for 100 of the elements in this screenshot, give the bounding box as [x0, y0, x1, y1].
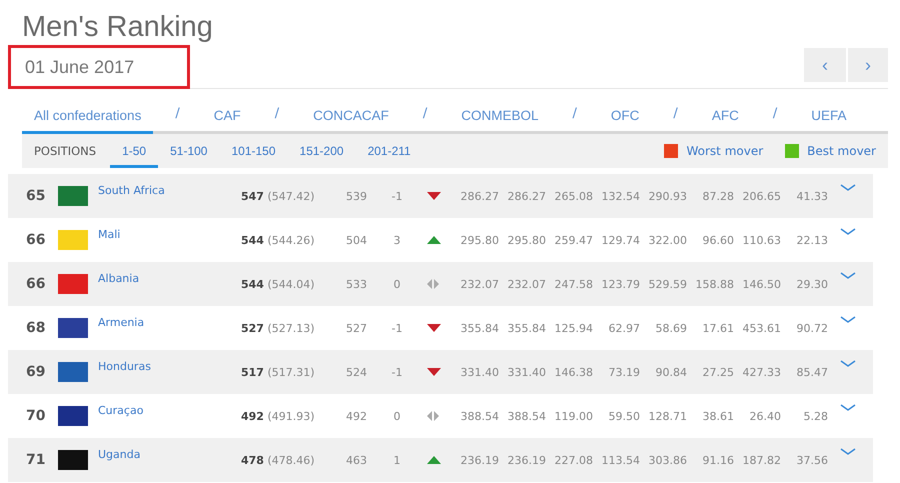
- points: 492 (491.93): [241, 410, 316, 422]
- rank: 71: [26, 452, 46, 468]
- confederation-tab[interactable]: OFC: [598, 108, 652, 134]
- rank-change: -1: [390, 366, 404, 378]
- points: 544 (544.04): [241, 278, 316, 290]
- score-cell-text: 90.84: [654, 366, 687, 378]
- up-triangle-icon: [427, 236, 441, 244]
- rank: 66: [26, 276, 46, 292]
- score-cell-text: 232.07: [460, 278, 499, 290]
- ranking-date: 01 June 2017: [8, 45, 190, 89]
- score-cell-text: 286.27: [506, 190, 546, 202]
- points: 517 (517.31): [241, 366, 316, 378]
- confederation-tab[interactable]: UEFA: [799, 108, 858, 134]
- previous-points: 463: [345, 454, 367, 466]
- score-cell-text: 17.61: [702, 322, 734, 334]
- separator: /: [274, 106, 280, 123]
- separator: /: [174, 106, 181, 123]
- score-cell-text: 91.16: [702, 454, 734, 466]
- confederation-tab[interactable]: CAF: [202, 108, 253, 134]
- score-cell-text: 119.00: [554, 410, 593, 422]
- score-cell-text: 232.07: [506, 278, 546, 290]
- score-cell-text: 96.60: [702, 234, 734, 246]
- score-cell-text: 62.97: [608, 322, 640, 334]
- team-link[interactable]: Mali: [98, 218, 241, 241]
- score-cell-text: 38.61: [702, 410, 734, 422]
- down-triangle-icon: [427, 368, 441, 376]
- score-cell-text: 5.28: [802, 410, 828, 422]
- score-cell-text: 22.13: [796, 234, 828, 246]
- score-cell-text: 37.56: [796, 454, 828, 466]
- up-triangle-icon: [427, 456, 441, 464]
- score-cell-text: 73.19: [608, 366, 640, 378]
- score-cell-text: 355.84: [460, 322, 499, 334]
- rank: 69: [26, 364, 46, 380]
- score-cell-text: 331.40: [460, 366, 499, 378]
- score-cell-text: 128.71: [648, 410, 687, 422]
- range-tab[interactable]: 1-50: [110, 134, 158, 168]
- score-cell-text: 236.19: [506, 454, 546, 466]
- score-cell-text: 85.47: [796, 366, 828, 378]
- score-cell-text: 27.25: [702, 366, 734, 378]
- score-cell-text: 29.30: [796, 278, 828, 290]
- score-cell-text: 322.00: [648, 234, 687, 246]
- range-tab[interactable]: 101-150: [219, 134, 288, 168]
- previous-points: 539: [345, 190, 367, 202]
- points: 544 (544.26): [241, 234, 316, 246]
- previous-button[interactable]: ‹: [804, 48, 846, 82]
- score-cell-text: 227.08: [554, 454, 593, 466]
- score-cell-text: 87.28: [702, 190, 734, 202]
- score-cell-text: 26.40: [748, 410, 781, 422]
- team-link[interactable]: Albania: [98, 262, 241, 285]
- score-cell-text: 113.54: [600, 454, 640, 466]
- score-cell-text: 388.54: [506, 410, 546, 422]
- separator: /: [572, 106, 578, 123]
- page-title: Men's Ranking: [22, 10, 214, 45]
- points: 527 (527.13): [241, 322, 316, 334]
- score-cell-text: 303.86: [648, 454, 687, 466]
- team-link[interactable]: Armenia: [98, 306, 241, 329]
- range-tab[interactable]: 51-100: [158, 134, 220, 168]
- positions-label: POSITIONS: [34, 144, 96, 158]
- score-cell-text: 236.19: [460, 454, 499, 466]
- score-cell-text: 453.61: [742, 322, 781, 334]
- score-cell-text: 132.54: [600, 190, 640, 202]
- rank-change: -1: [390, 322, 404, 334]
- score-cell-text: 265.08: [554, 190, 593, 202]
- separator: /: [422, 106, 428, 123]
- team-link[interactable]: Uganda: [98, 438, 241, 461]
- score-cell-text: 59.50: [608, 410, 640, 422]
- rank-change: 3: [392, 234, 402, 246]
- score-cell-text: 427.33: [742, 366, 781, 378]
- rank: 66: [26, 232, 46, 248]
- score-cell-text: 123.79: [600, 278, 640, 290]
- score-cell-text: 158.88: [694, 278, 734, 290]
- team-link[interactable]: Curaçao: [98, 394, 241, 417]
- left-right-icon: [427, 279, 439, 289]
- rank-change: 1: [392, 454, 402, 466]
- previous-points: 533: [345, 278, 367, 290]
- legend-label: Worst mover: [686, 144, 764, 158]
- rank: 68: [26, 320, 46, 336]
- next-button[interactable]: ›: [846, 48, 888, 82]
- score-cell-text: 41.33: [796, 190, 828, 202]
- range-tab[interactable]: 151-200: [288, 134, 356, 168]
- score-cell-text: 529.59: [648, 278, 687, 290]
- confederation-tab[interactable]: AFC: [700, 108, 751, 134]
- previous-points: 524: [345, 366, 367, 378]
- score-cell-text: 295.80: [506, 234, 546, 246]
- confederation-tab[interactable]: CONCACAF: [301, 108, 401, 134]
- previous-points: 492: [345, 410, 367, 422]
- score-cell-text: 355.84: [506, 322, 546, 334]
- score-cell-text: 129.74: [600, 234, 640, 246]
- score-cell-text: 58.69: [654, 322, 687, 334]
- separator: /: [672, 106, 679, 123]
- confederation-tab[interactable]: CONMEBOL: [449, 108, 551, 134]
- separator: /: [772, 106, 778, 123]
- range-tab[interactable]: 201-211: [356, 134, 423, 168]
- rank-change: 0: [392, 410, 402, 422]
- points: 547 (547.42): [241, 190, 316, 202]
- score-cell-text: 286.27: [460, 190, 499, 202]
- team-link[interactable]: South Africa: [98, 174, 241, 197]
- score-cell-text: 295.80: [460, 234, 499, 246]
- team-link[interactable]: Honduras: [98, 350, 241, 373]
- left-right-icon: [427, 411, 439, 421]
